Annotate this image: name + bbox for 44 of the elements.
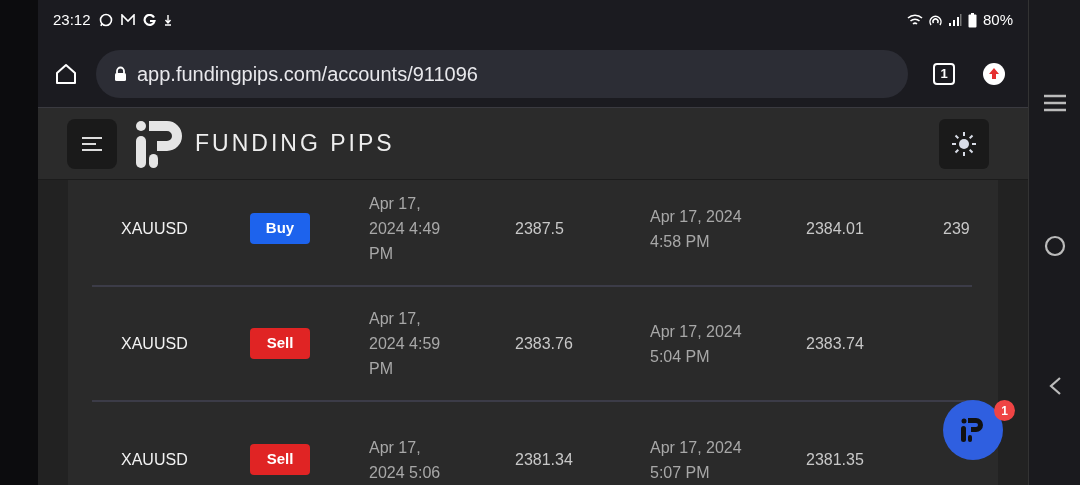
price-text: 2387.5 [515, 219, 564, 237]
battery-percentage: 80% [982, 9, 1013, 30]
home-icon[interactable] [54, 61, 78, 86]
brand-name: FUNDING PIPS [195, 129, 395, 159]
symbol-text: XAUUSD [121, 219, 188, 237]
price-text: 2381.35 [806, 450, 864, 468]
order-type-badge: Sell [250, 328, 310, 359]
date-time-text: Apr 17, 2024 5:06 [369, 437, 442, 483]
date-time-text: Apr 17, 2024 4:49 PM [369, 194, 442, 264]
clock-time: 23:12 [53, 9, 91, 30]
logo-icon [135, 118, 185, 169]
menu-button[interactable] [67, 118, 117, 169]
date-time-text: Apr 17, 2024 4:58 PM [650, 206, 743, 252]
g-letter-icon [142, 13, 156, 27]
sun-icon [951, 130, 977, 157]
price-text: 2383.74 [806, 334, 864, 352]
menu-icon[interactable] [1042, 94, 1067, 112]
order-type-badge: Sell [250, 444, 310, 475]
date-time-text: Apr 17, 2024 4:59 PM [369, 309, 442, 379]
address-bar[interactable]: app.fundingpips.com/accounts/911096 [96, 49, 908, 98]
logo-icon [961, 418, 985, 442]
hotspot-icon [928, 13, 942, 27]
signal-icon [947, 14, 962, 26]
chat-bubble-icon [98, 13, 113, 27]
date-time-text: Apr 17, 2024 5:07 PM [650, 437, 743, 483]
menu-icon [81, 135, 103, 152]
price-text: 2384.01 [806, 219, 864, 237]
order-type-badge: Buy [250, 213, 310, 244]
theme-toggle-button[interactable] [939, 118, 989, 169]
symbol-text: XAUUSD [121, 334, 188, 352]
price-text: 2383.76 [515, 334, 573, 352]
url-text: app.fundingpips.com/accounts/911096 [137, 61, 478, 87]
symbol-text: XAUUSD [121, 450, 188, 468]
battery-icon [967, 12, 977, 28]
tab-count-button[interactable]: 1 [933, 62, 955, 85]
price-text: 239 [943, 219, 970, 237]
lock-icon [114, 65, 127, 82]
back-icon[interactable] [1047, 376, 1062, 396]
download-icon [163, 14, 172, 26]
date-time-text: Apr 17, 2024 5:04 PM [650, 321, 743, 367]
wifi-icon [906, 13, 923, 27]
price-text: 2381.34 [515, 450, 573, 468]
mail-icon [120, 14, 135, 26]
home-circle-icon[interactable] [1043, 235, 1066, 257]
